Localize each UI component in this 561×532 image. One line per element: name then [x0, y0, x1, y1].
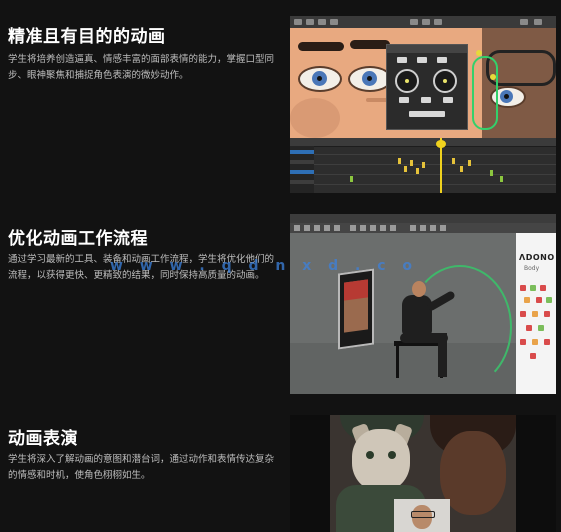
viewport-face[interactable]: [290, 28, 556, 138]
section-title: 动画表演: [8, 429, 78, 449]
picker-subtitle: Body: [524, 265, 540, 272]
acting-screenshot: [290, 415, 556, 532]
app-menubar: [290, 214, 556, 223]
section-title: 优化动画工作流程: [8, 229, 148, 249]
picker-panel[interactable]: ΛDONO Body: [516, 233, 556, 394]
character-render: [330, 415, 516, 532]
eye-dial-left[interactable]: [395, 69, 419, 93]
facial-animation-screenshot: [290, 16, 556, 193]
picker-logo: ΛDONO: [519, 253, 555, 262]
graph-editor-timeline[interactable]: [290, 138, 556, 193]
playhead-handle[interactable]: [436, 140, 446, 148]
reference-video-panel: [338, 268, 374, 350]
face-control-panel[interactable]: [386, 44, 468, 130]
rig-control-ring[interactable]: [472, 56, 498, 130]
watermark-text: w w w . q d n x d . c o: [110, 258, 419, 274]
track-list[interactable]: [290, 146, 314, 193]
eye-dial-right[interactable]: [433, 69, 457, 93]
section-optimize-workflow: 优化动画工作流程 通过学习最新的工具、装备和动画工作流程，学生将优化他们的流程，…: [0, 200, 561, 410]
workflow-screenshot: ΛDONO Body: [290, 214, 556, 394]
section-title: 精准且有目的的动画: [8, 27, 166, 47]
section-precise-animation: 精准且有目的的动画 学生将培养创造逼真、情感丰富的面部表情的能力，掌握口型同步、…: [0, 0, 561, 200]
section-description: 学生将深入了解动画的意图和潜台词，通过动作和表情传达复杂的情感和时机，使角色栩栩…: [8, 454, 275, 481]
section-description: 学生将培养创造逼真、情感丰富的面部表情的能力，掌握口型同步、眼神聚焦和捕捉角色表…: [8, 54, 275, 81]
reference-footage-inset: [394, 499, 450, 532]
section-animation-acting: 动画表演 学生将深入了解动画的意图和潜台词，通过动作和表情传达复杂的情感和时机，…: [0, 410, 561, 532]
